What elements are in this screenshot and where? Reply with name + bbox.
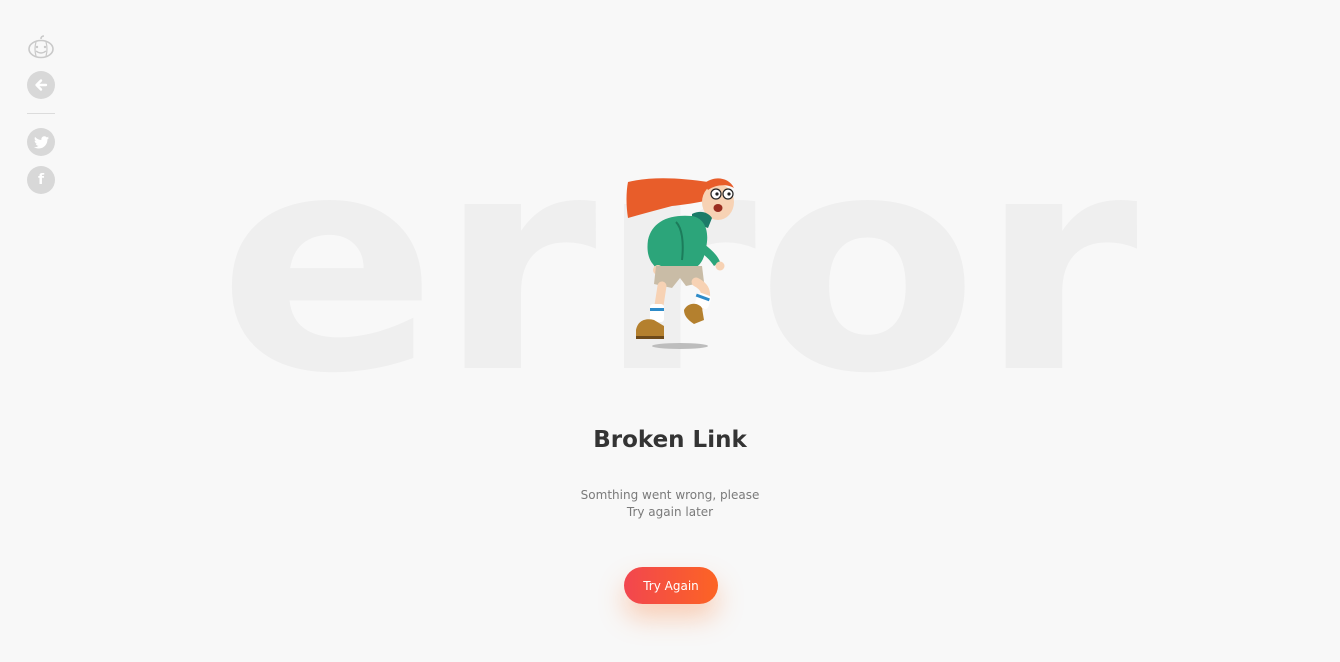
twitter-share-button[interactable] [27,128,55,156]
try-again-button[interactable]: Try Again [624,567,718,604]
error-page: error f [0,0,1340,662]
back-button[interactable] [27,71,55,99]
left-social-rail: f [27,33,55,194]
arrow-left-icon [35,79,48,91]
error-message-line-1: Somthing went wrong, please [580,488,760,502]
pumpkin-logo-icon[interactable] [27,33,55,61]
running-girl-illustration [626,178,734,349]
rail-divider [27,113,55,114]
twitter-icon [33,135,49,148]
error-title: Broken Link [593,427,747,453]
error-message-line-2: Try again later [626,505,714,519]
facebook-share-button[interactable]: f [27,166,55,194]
facebook-icon: f [37,172,45,188]
error-message: Somthing went wrong, please Try again la… [0,487,1340,521]
